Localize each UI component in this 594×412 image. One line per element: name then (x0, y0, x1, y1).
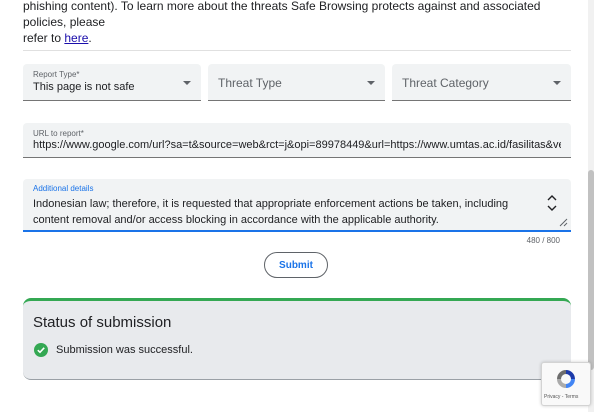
threat-type-select[interactable]: Threat Type (208, 64, 385, 101)
dropdown-caret-icon (183, 81, 191, 85)
submit-button[interactable]: Submit (264, 252, 328, 278)
url-label: URL to report* (33, 129, 84, 138)
report-type-label: Report Type* (33, 70, 80, 79)
divider (23, 50, 571, 51)
threat-category-placeholder: Threat Category (402, 76, 489, 90)
check-circle-icon (34, 343, 48, 357)
details-value: Indonesian law; therefore, it is request… (33, 198, 509, 226)
threat-category-select[interactable]: Threat Category (392, 64, 571, 101)
recaptcha-links[interactable]: Privacy - Terms (544, 394, 578, 400)
status-card: Status of submission Submission was succ… (23, 298, 571, 380)
intro-text: phishing content). To learn more about t… (23, 0, 575, 46)
status-row: Submission was successful. (34, 343, 193, 357)
intro-line-1: phishing content). To learn more about t… (23, 0, 541, 29)
character-counter: 480 / 800 (526, 236, 560, 245)
threat-type-placeholder: Threat Type (218, 76, 282, 90)
scroll-arrows-icon[interactable] (547, 194, 557, 212)
status-message: Submission was successful. (56, 344, 193, 356)
url-value: https://www.google.com/url?sa=t&source=w… (33, 139, 561, 151)
here-link[interactable]: here (64, 31, 88, 45)
additional-details-textarea[interactable]: Additional details Indonesian law; there… (23, 179, 571, 232)
status-title: Status of submission (33, 314, 172, 331)
dropdown-caret-icon (367, 81, 375, 85)
scrollbar-thumb[interactable] (588, 170, 594, 370)
resize-handle-icon[interactable] (559, 218, 568, 227)
recaptcha-badge[interactable]: Privacy - Terms (541, 362, 591, 406)
recaptcha-logo-icon (557, 370, 575, 388)
report-type-value: This page is not safe (33, 81, 135, 93)
url-input[interactable]: URL to report* https://www.google.com/ur… (23, 123, 571, 158)
dropdown-caret-icon (553, 81, 561, 85)
details-label: Additional details (33, 184, 94, 193)
report-type-select[interactable]: Report Type* This page is not safe (23, 64, 201, 101)
intro-suffix: . (88, 31, 92, 45)
intro-prefix: refer to (23, 31, 65, 45)
intro-line-2: refer to here. (23, 30, 575, 46)
